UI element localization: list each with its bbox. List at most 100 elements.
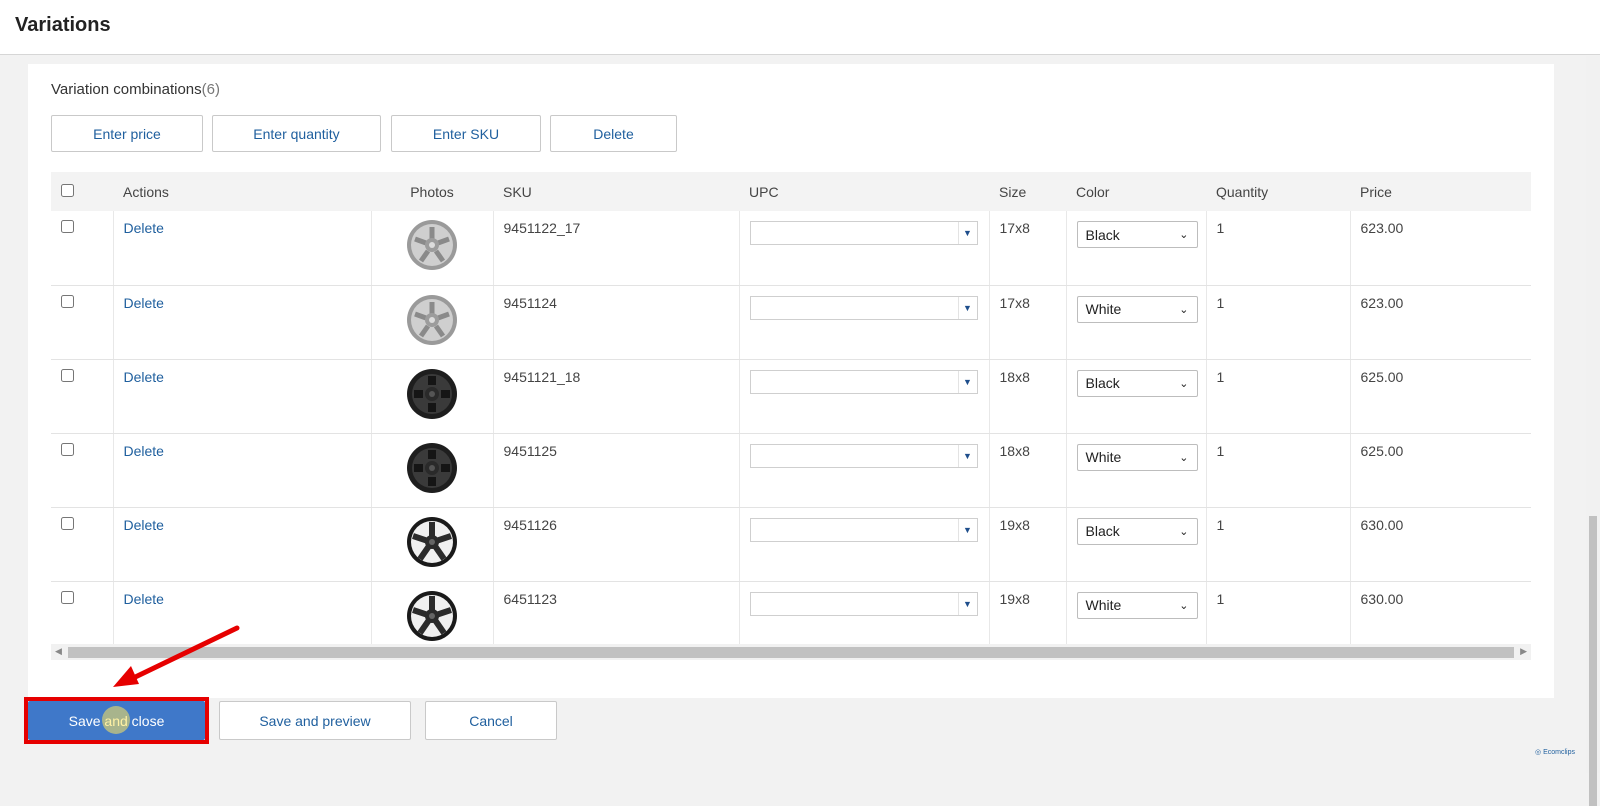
color-select[interactable]: White ⌄	[1076, 295, 1198, 323]
vertical-scrollbar[interactable]	[1586, 56, 1600, 806]
row-upc-cell: ▼	[739, 433, 990, 508]
upc-input[interactable]: ▼	[749, 369, 978, 394]
row-quantity-cell[interactable]: 1	[1206, 507, 1351, 582]
variation-panel: Variation combinations(6) Enter price En…	[28, 64, 1554, 698]
table-row: Delete 9451121_18 ▼ 18x8 Black ⌄ 1 625.0…	[51, 359, 1531, 434]
enter-sku-button[interactable]: Enter SKU	[391, 115, 541, 152]
column-header-size: Size	[989, 172, 1066, 211]
scroll-left-arrow-icon[interactable]: ◀	[55, 646, 62, 657]
row-color-cell: White ⌄	[1066, 433, 1207, 508]
upc-dropdown-caret-icon[interactable]: ▼	[957, 592, 977, 615]
row-delete-link[interactable]: Delete	[124, 443, 164, 459]
silver-wheel-icon[interactable]	[406, 219, 458, 271]
upc-input[interactable]: ▼	[749, 517, 978, 542]
color-select-value: Black	[1085, 226, 1120, 243]
color-select[interactable]: Black ⌄	[1076, 517, 1198, 545]
row-sku-cell: 9451122_17	[493, 211, 740, 286]
silver-wheel-icon[interactable]	[406, 294, 458, 346]
row-photo-cell	[371, 211, 494, 286]
row-price-cell[interactable]: 630.00	[1350, 507, 1531, 582]
row-color-cell: Black ⌄	[1066, 507, 1207, 582]
watermark-text: Ecomclips	[1543, 749, 1575, 756]
upc-dropdown-caret-icon[interactable]: ▼	[957, 222, 977, 244]
row-delete-link[interactable]: Delete	[124, 591, 164, 607]
column-header-upc: UPC	[739, 172, 989, 211]
row-upc-cell: ▼	[739, 507, 990, 582]
select-all-checkbox[interactable]	[61, 183, 74, 197]
section-title-label: Variation combinations	[51, 81, 202, 98]
table-row: Delete 9451122_17 ▼ 17x8 Black ⌄ 1 623.0…	[51, 211, 1531, 286]
row-price-cell[interactable]: 625.00	[1350, 433, 1531, 508]
row-quantity-cell[interactable]: 1	[1206, 433, 1351, 508]
row-price-cell[interactable]: 625.00	[1350, 359, 1531, 434]
row-sku-cell: 9451124	[493, 285, 740, 360]
black-spoke-wheel-icon[interactable]	[406, 590, 458, 642]
scroll-right-arrow-icon[interactable]: ▶	[1520, 646, 1527, 657]
black-spoke-wheel-icon[interactable]	[406, 516, 458, 568]
enter-price-button[interactable]: Enter price	[51, 115, 203, 152]
row-delete-link[interactable]: Delete	[124, 295, 164, 311]
row-checkbox[interactable]	[61, 590, 74, 604]
row-actions-cell: Delete	[113, 211, 372, 286]
row-color-cell: Black ⌄	[1066, 211, 1207, 286]
cancel-button[interactable]: Cancel	[425, 701, 557, 740]
upc-dropdown-caret-icon[interactable]: ▼	[957, 370, 977, 393]
row-checkbox[interactable]	[61, 516, 74, 530]
row-price-cell[interactable]: 623.00	[1350, 285, 1531, 360]
black-offroad-wheel-icon[interactable]	[406, 442, 458, 494]
column-header-quantity: Quantity	[1206, 172, 1350, 211]
black-offroad-wheel-icon[interactable]	[406, 368, 458, 420]
variations-table-wrapper: Actions Photos SKU UPC Size Color Quanti…	[51, 172, 1531, 672]
bulk-delete-button[interactable]: Delete	[550, 115, 677, 152]
column-header-photos: Photos	[371, 172, 493, 211]
row-size-cell: 19x8	[989, 507, 1067, 582]
cursor-highlight	[102, 706, 130, 734]
color-select[interactable]: White ⌄	[1076, 443, 1198, 471]
row-select-cell	[51, 433, 114, 508]
row-quantity-cell[interactable]: 1	[1206, 285, 1351, 360]
chevron-down-icon: ⌄	[1179, 229, 1189, 241]
row-upc-cell: ▼	[739, 285, 990, 360]
horizontal-scroll-thumb[interactable]	[68, 647, 1514, 658]
vertical-scroll-thumb[interactable]	[1589, 516, 1597, 806]
upc-input[interactable]: ▼	[749, 443, 978, 468]
save-and-preview-button[interactable]: Save and preview	[219, 701, 411, 740]
row-photo-cell	[371, 433, 494, 508]
horizontal-scrollbar[interactable]: ◀ ▶	[51, 644, 1531, 660]
row-quantity-cell[interactable]: 1	[1206, 211, 1351, 286]
upc-input[interactable]: ▼	[749, 295, 978, 320]
row-delete-link[interactable]: Delete	[124, 369, 164, 385]
variations-table: Actions Photos SKU UPC Size Color Quanti…	[51, 172, 1531, 656]
row-quantity-cell[interactable]: 1	[1206, 359, 1351, 434]
upc-input[interactable]: ▼	[749, 591, 978, 616]
row-actions-cell: Delete	[113, 359, 372, 434]
color-select-value: White	[1085, 301, 1122, 317]
row-size-cell: 17x8	[989, 211, 1067, 286]
upc-dropdown-caret-icon[interactable]: ▼	[957, 296, 977, 319]
row-delete-link[interactable]: Delete	[124, 220, 164, 236]
row-size-cell: 17x8	[989, 285, 1067, 360]
column-header-sku: SKU	[493, 172, 739, 211]
chevron-down-icon: ⌄	[1179, 451, 1189, 464]
row-delete-link[interactable]: Delete	[124, 517, 164, 533]
row-actions-cell: Delete	[113, 507, 372, 582]
color-select[interactable]: Black ⌄	[1076, 369, 1198, 397]
column-header-actions: Actions	[113, 172, 371, 211]
row-checkbox[interactable]	[61, 220, 74, 233]
row-checkbox[interactable]	[61, 368, 74, 382]
upc-input[interactable]: ▼	[749, 221, 978, 245]
upc-dropdown-caret-icon[interactable]: ▼	[957, 444, 977, 467]
row-photo-cell	[371, 285, 494, 360]
color-select[interactable]: Black ⌄	[1076, 221, 1198, 248]
row-photo-cell	[371, 507, 494, 582]
upc-dropdown-caret-icon[interactable]: ▼	[957, 518, 977, 541]
row-price-cell[interactable]: 623.00	[1350, 211, 1531, 286]
color-select[interactable]: White ⌄	[1076, 591, 1198, 619]
enter-quantity-button[interactable]: Enter quantity	[212, 115, 381, 152]
column-header-color: Color	[1066, 172, 1206, 211]
row-select-cell	[51, 211, 114, 286]
row-checkbox[interactable]	[61, 294, 74, 308]
row-sku-cell: 9451121_18	[493, 359, 740, 434]
row-checkbox[interactable]	[61, 442, 74, 456]
row-select-cell	[51, 507, 114, 582]
